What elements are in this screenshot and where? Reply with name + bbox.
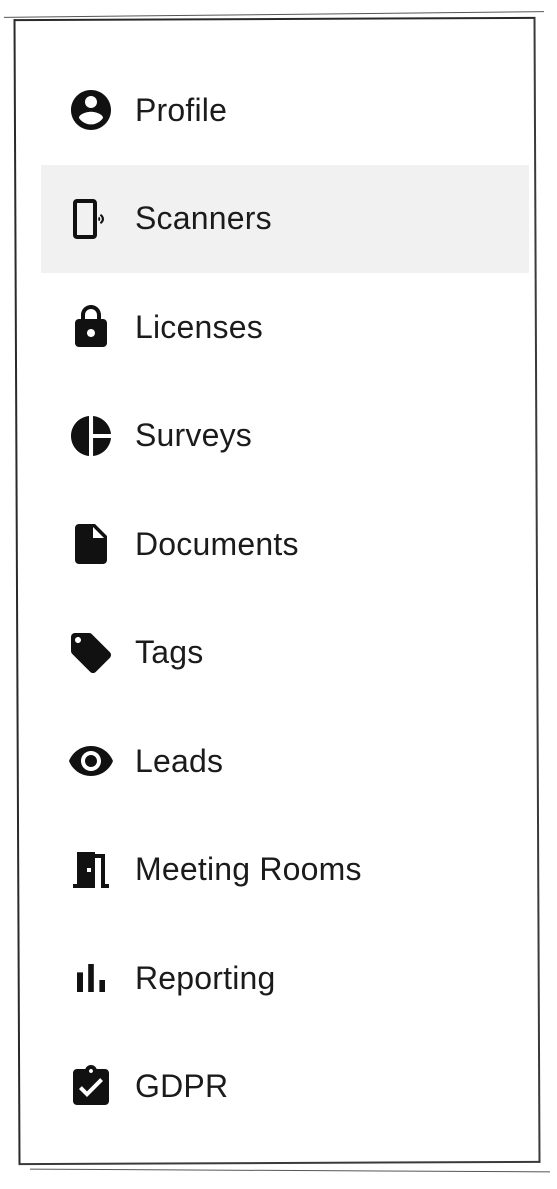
tag-icon bbox=[67, 629, 115, 677]
menu-item-label: Scanners bbox=[135, 200, 272, 237]
menu-item-label: GDPR bbox=[135, 1068, 229, 1105]
menu-item-documents[interactable]: Documents bbox=[41, 490, 529, 599]
clipboard-check-icon bbox=[67, 1063, 115, 1111]
navigation-menu: Profile Scanners Licenses Surveys Docume… bbox=[41, 56, 529, 1141]
phone-nfc-icon bbox=[67, 195, 115, 243]
menu-item-leads[interactable]: Leads bbox=[41, 707, 529, 816]
menu-item-label: Surveys bbox=[135, 417, 252, 454]
menu-item-label: Documents bbox=[135, 525, 299, 562]
door-icon bbox=[67, 846, 115, 894]
menu-item-label: Reporting bbox=[135, 959, 276, 996]
menu-item-label: Profile bbox=[135, 91, 228, 128]
menu-item-label: Licenses bbox=[135, 308, 263, 345]
menu-item-label: Tags bbox=[135, 634, 204, 671]
paper-edge-bottom bbox=[29, 1158, 551, 1173]
menu-item-reporting[interactable]: Reporting bbox=[41, 924, 529, 1033]
menu-item-gdpr[interactable]: GDPR bbox=[41, 1033, 529, 1142]
menu-item-surveys[interactable]: Surveys bbox=[41, 382, 529, 491]
account-circle-icon bbox=[67, 86, 115, 134]
menu-item-label: Leads bbox=[135, 742, 224, 779]
menu-item-scanners[interactable]: Scanners bbox=[41, 164, 529, 273]
bar-chart-icon bbox=[67, 954, 115, 1002]
menu-item-profile[interactable]: Profile bbox=[41, 56, 529, 165]
menu-item-meeting-rooms[interactable]: Meeting Rooms bbox=[41, 816, 529, 925]
pie-chart-icon bbox=[67, 412, 115, 460]
menu-item-label: Meeting Rooms bbox=[135, 851, 362, 888]
eye-icon bbox=[67, 737, 115, 785]
menu-item-tags[interactable]: Tags bbox=[41, 599, 529, 708]
document-icon bbox=[67, 520, 115, 568]
lock-icon bbox=[67, 303, 115, 351]
menu-item-licenses[interactable]: Licenses bbox=[41, 273, 529, 382]
